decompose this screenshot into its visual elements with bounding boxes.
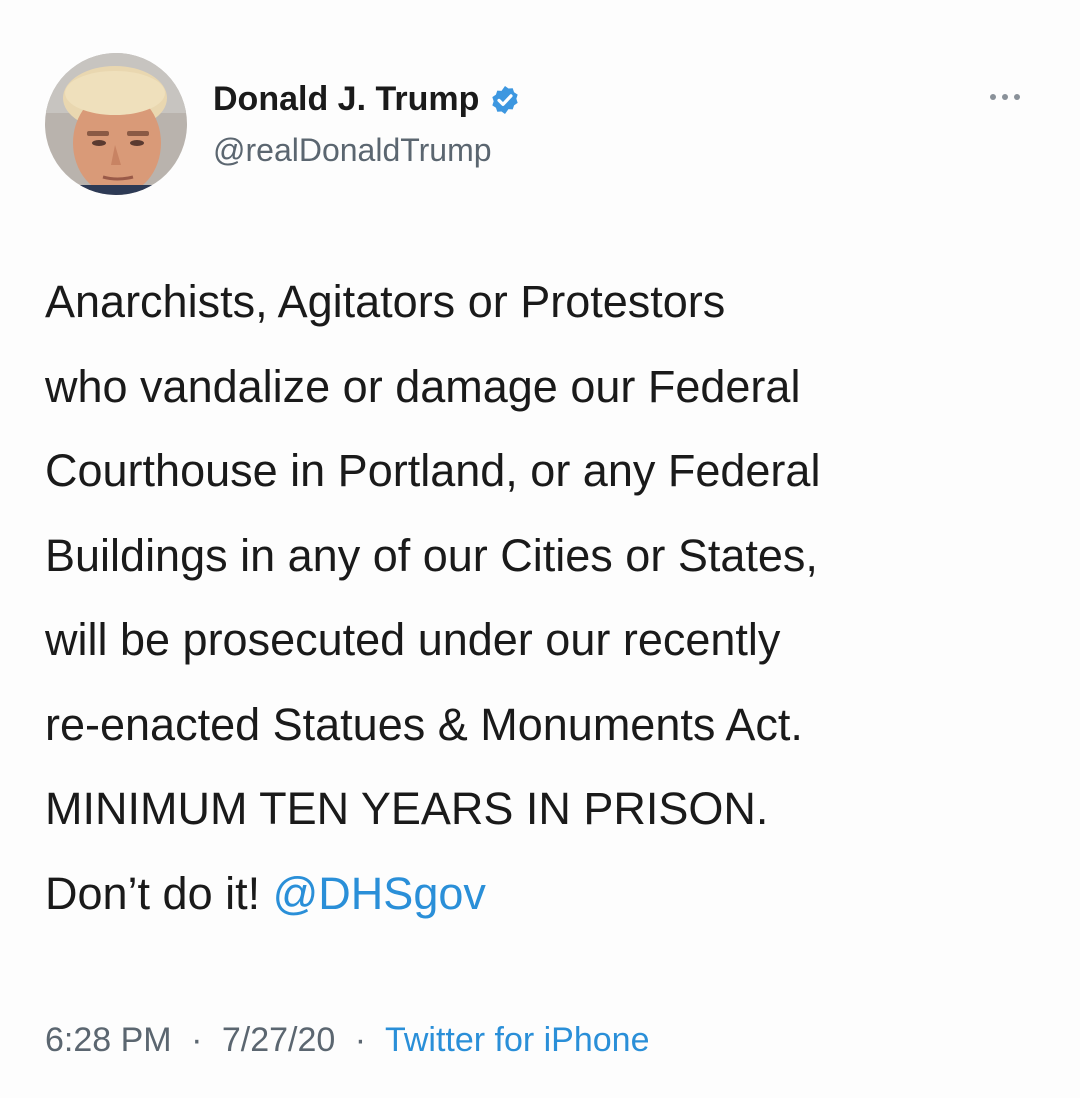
author-name-text: Donald J. Trump xyxy=(213,80,480,118)
author-name[interactable]: Donald J. Trump xyxy=(213,80,521,119)
more-options-button[interactable] xyxy=(975,82,1035,112)
tweet-time[interactable]: 6:28 PM xyxy=(45,1021,172,1059)
verified-badge-icon xyxy=(492,85,519,114)
tweet-metadata: 6:28 PM · 7/27/20 · Twitter for iPhone xyxy=(45,1021,650,1060)
tweet-line: will be prosecuted under our recently xyxy=(45,614,781,665)
tweet-line: re-enacted Statues & Monuments Act. xyxy=(45,698,803,750)
more-options-icon-dot-2 xyxy=(1002,94,1008,100)
avatar[interactable] xyxy=(45,53,187,195)
meta-separator: · xyxy=(354,1021,367,1059)
tweet-line: MINIMUM TEN YEARS IN PRISON. xyxy=(45,783,769,834)
tweet-text: Anarchists, Agitators or Protestors who … xyxy=(45,260,1055,936)
tweet-date[interactable]: 7/27/20 xyxy=(222,1021,335,1059)
more-options-icon xyxy=(990,94,996,100)
mention-link[interactable]: @DHSgov xyxy=(273,868,486,919)
tweet-source-link[interactable]: Twitter for iPhone xyxy=(385,1021,650,1059)
tweet-line-last: Don’t do it! @DHSgov xyxy=(45,852,1055,937)
tweet-card: Donald J. Trump @realDonaldTrump Anarchi… xyxy=(0,0,1080,1098)
avatar-portrait-icon xyxy=(45,53,187,195)
tweet-line: Courthouse in Portland, or any Federal xyxy=(45,445,821,496)
tweet-line: Buildings in any of our Cities or States… xyxy=(45,529,818,581)
tweet-line: Anarchists, Agitators or Protestors xyxy=(45,276,726,327)
more-options-icon-dot-3 xyxy=(1014,94,1020,100)
tweet-line: who vandalize or damage our Federal xyxy=(45,360,801,412)
tweet-closing-text: Don’t do it! xyxy=(45,867,273,919)
author-handle[interactable]: @realDonaldTrump xyxy=(213,132,492,169)
meta-separator: · xyxy=(191,1021,203,1059)
